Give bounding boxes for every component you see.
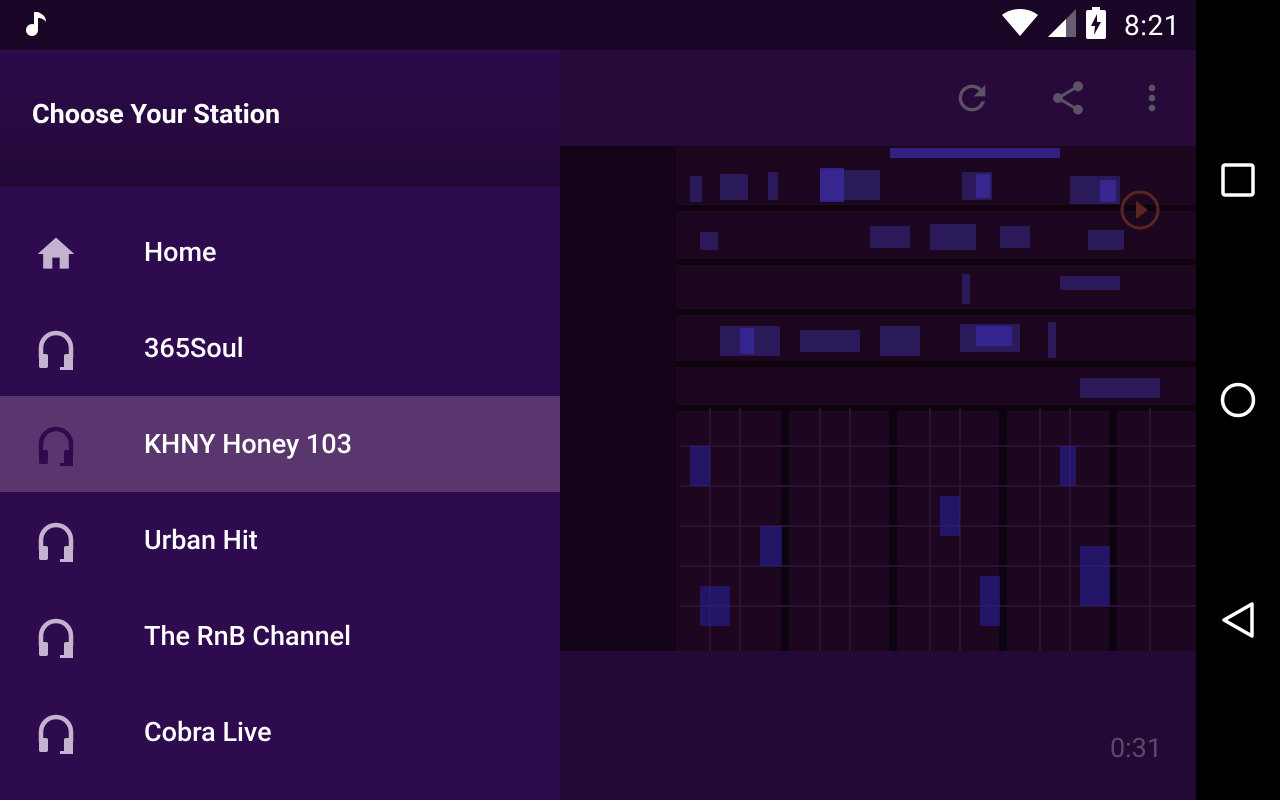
headphones-icon [34,520,78,564]
drawer-item-urban-hit[interactable]: Urban Hit [0,492,560,588]
music-note-icon [24,10,50,40]
battery-charging-icon [1086,7,1106,43]
navigation-drawer: Choose Your Station Home 365Soul KHNY Ho… [0,0,560,800]
home-icon [34,232,78,276]
play-circle-icon[interactable] [1118,188,1162,232]
wifi-icon [1002,9,1038,41]
drawer-item-khny-honey-103[interactable]: KHNY Honey 103 [0,396,560,492]
drawer-item-label: 365Soul [144,332,244,364]
status-time: 8:21 [1124,8,1180,42]
drawer-title: Choose Your Station [32,98,281,130]
home-circle-icon[interactable] [1216,378,1260,422]
elapsed-time: 0:31 [1109,732,1162,764]
headphones-icon [34,616,78,660]
share-icon[interactable] [1044,74,1092,122]
drawer-item-label: Cobra Live [144,716,272,748]
drawer-item-label: KHNY Honey 103 [144,428,352,460]
drawer-item-home[interactable]: Home [0,204,560,300]
station-list: Home 365Soul KHNY Honey 103 Urban Hit Th… [0,204,560,780]
cell-signal-icon [1048,9,1076,41]
drawer-status-area [0,0,560,50]
drawer-item-label: Home [144,236,217,268]
drawer-item-label: The RnB Channel [144,620,351,652]
refresh-icon[interactable] [948,74,996,122]
headphones-icon [34,328,78,372]
more-vert-icon[interactable] [1128,74,1176,122]
drawer-item-label: Urban Hit [144,524,258,556]
back-icon[interactable] [1216,598,1260,642]
status-bar-right: 8:21 [1002,0,1180,50]
headphones-icon [34,712,78,756]
recents-icon[interactable] [1216,158,1260,202]
drawer-item-cobra-live[interactable]: Cobra Live [0,684,560,780]
system-navigation-bar [1196,0,1280,800]
headphones-icon [34,424,78,468]
drawer-item-365soul[interactable]: 365Soul [0,300,560,396]
drawer-header: Choose Your Station [0,50,560,187]
drawer-item-the-rnb-channel[interactable]: The RnB Channel [0,588,560,684]
